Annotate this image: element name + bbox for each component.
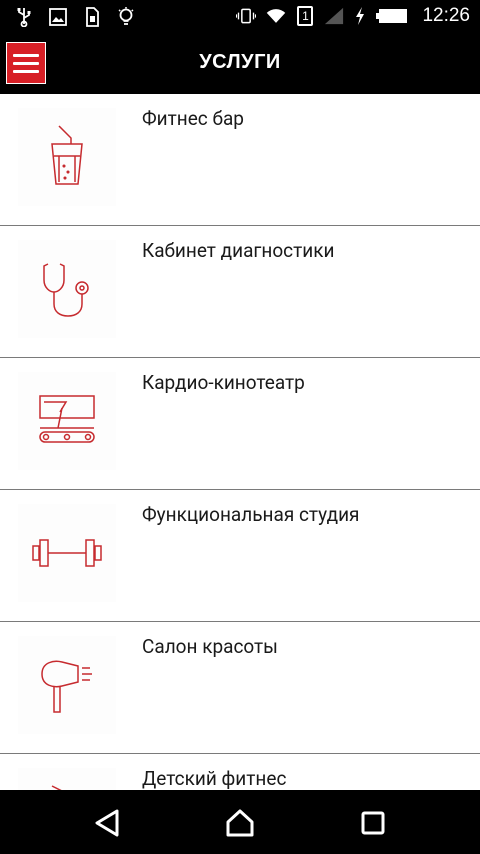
list-item-cardio-cinema[interactable]: Кардио-кинотеатр: [0, 358, 480, 490]
service-label: Функциональная студия: [142, 503, 360, 526]
list-item-functional-studio[interactable]: Функциональная студия: [0, 490, 480, 622]
home-icon[interactable]: [223, 806, 257, 840]
sim-slot-badge: 1: [296, 5, 314, 27]
app-bar: УСЛУГИ: [0, 34, 480, 94]
service-label: Детский фитнес: [142, 767, 287, 790]
page-title: УСЛУГИ: [199, 51, 281, 73]
system-nav-bar: [0, 790, 480, 854]
service-label: Салон красоты: [142, 635, 278, 658]
stethoscope-icon: [18, 240, 116, 338]
dumbbell-icon: [18, 504, 116, 602]
wifi-icon: [266, 5, 286, 27]
charging-icon: [354, 5, 366, 27]
kids-fitness-icon: [18, 768, 116, 790]
status-system: 1 12:26: [236, 5, 470, 27]
service-label: Кабинет диагностики: [142, 239, 335, 262]
list-item-beauty-salon[interactable]: Салон красоты: [0, 622, 480, 754]
signal-icon: [324, 5, 344, 27]
drink-glass-icon: [18, 108, 116, 206]
status-bar: 1 12:26: [0, 0, 480, 34]
sim-icon: [82, 6, 102, 28]
sim-badge-number: 1: [302, 9, 309, 23]
list-item-diagnostics[interactable]: Кабинет диагностики: [0, 226, 480, 358]
back-icon[interactable]: [90, 806, 124, 840]
clock: 12:26: [422, 5, 470, 26]
recents-icon[interactable]: [356, 806, 390, 840]
services-list[interactable]: Фитнес бар Кабинет диагностики Кардио-ки…: [0, 94, 480, 790]
vibrate-icon: [236, 5, 257, 27]
list-item-fitness-bar[interactable]: Фитнес бар: [0, 94, 480, 226]
lightbulb-icon: [116, 6, 136, 28]
usb-icon: [14, 6, 34, 28]
service-label: Кардио-кинотеатр: [142, 371, 305, 394]
treadmill-screen-icon: [18, 372, 116, 470]
battery-icon: [376, 5, 408, 27]
hair-dryer-icon: [18, 636, 116, 734]
list-item-kids-fitness[interactable]: Детский фитнес: [0, 754, 480, 790]
image-icon: [48, 6, 68, 28]
status-notifications: [14, 6, 136, 28]
service-label: Фитнес бар: [142, 107, 244, 130]
